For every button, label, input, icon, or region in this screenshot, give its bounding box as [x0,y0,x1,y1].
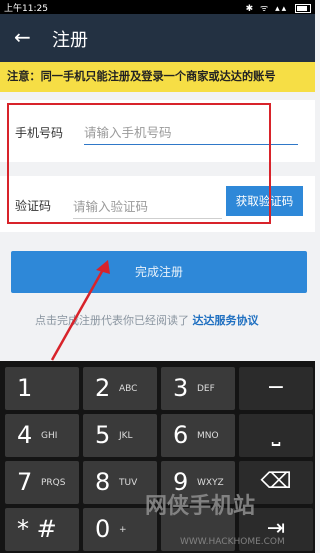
keyboard-function-key[interactable]: ⎵ [239,414,313,457]
watermark-logo: 网侠手机站 [145,494,256,519]
key-digit: 8 [95,468,111,496]
key-digit: 2 [95,374,111,402]
keyboard-key[interactable]: 6 MNO [161,414,235,457]
keyboard-key[interactable]: 7 PRQS [5,461,79,504]
notice-banner: 注意：同一手机只能注册及登录一个商家或达达的账号 [0,62,315,92]
back-arrow-icon[interactable]: ← [14,25,31,49]
key-letters: JKL [119,431,133,441]
keyboard-key[interactable]: 4 GHI [5,414,79,457]
keyboard-function-key[interactable]: − [239,367,313,410]
status-time: 上午11:25 [4,4,48,14]
annotation-box [7,103,271,224]
keyboard-key[interactable]: * # [5,508,79,551]
key-symbol-icon: ⎵ [271,422,281,447]
agreement-text: 点击完成注册代表你已经阅读了 达达服务协议 [35,312,259,328]
key-letters: TUV [119,478,138,488]
keyboard-key[interactable]: 5 JKL [83,414,157,457]
key-letters: PRQS [41,478,66,488]
key-digit: 0 [95,515,111,543]
key-digit: * # [17,515,57,543]
key-letters: MNO [197,431,219,441]
watermark-url: WWW.HACKHOME.COM [180,537,285,547]
agreement-prefix: 点击完成注册代表你已经阅读了 [35,314,189,327]
key-digit: 6 [173,421,189,449]
key-letters: GHI [41,431,58,441]
key-digit: 3 [173,374,189,402]
status-icons: ✱ ᯤ ▴▴ [246,1,311,14]
keyboard-key[interactable]: 1 [5,367,79,410]
key-digit: 5 [95,421,111,449]
keyboard-key[interactable]: 3 DEF [161,367,235,410]
page-title: 注册 [52,30,88,51]
keyboard-key[interactable]: 2 ABC [83,367,157,410]
numeric-keyboard: 1 2 ABC 3 DEF −4 GHI 5 JKL 6 MNO ⎵ 7 PRQS 8 TUV 9 WXYZ ⌫ * … [0,361,315,553]
key-letters: DEF [197,384,215,394]
key-letters: WXYZ [197,478,224,488]
status-bar: 上午11:25 ✱ ᯤ ▴▴ [0,0,315,14]
key-letters: + [119,525,127,535]
finish-register-button[interactable]: 完成注册 [11,251,307,293]
key-symbol-icon: − [266,375,286,400]
battery-icon [295,4,311,13]
key-digit: 4 [17,421,33,449]
service-agreement-link[interactable]: 达达服务协议 [193,314,259,327]
signal-icons: ✱ ᯤ ▴▴ [245,4,289,14]
key-letters: ABC [119,384,138,394]
key-digit: 7 [17,468,33,496]
app-bar: ← 注册 [0,14,315,62]
key-digit: 1 [17,374,33,402]
